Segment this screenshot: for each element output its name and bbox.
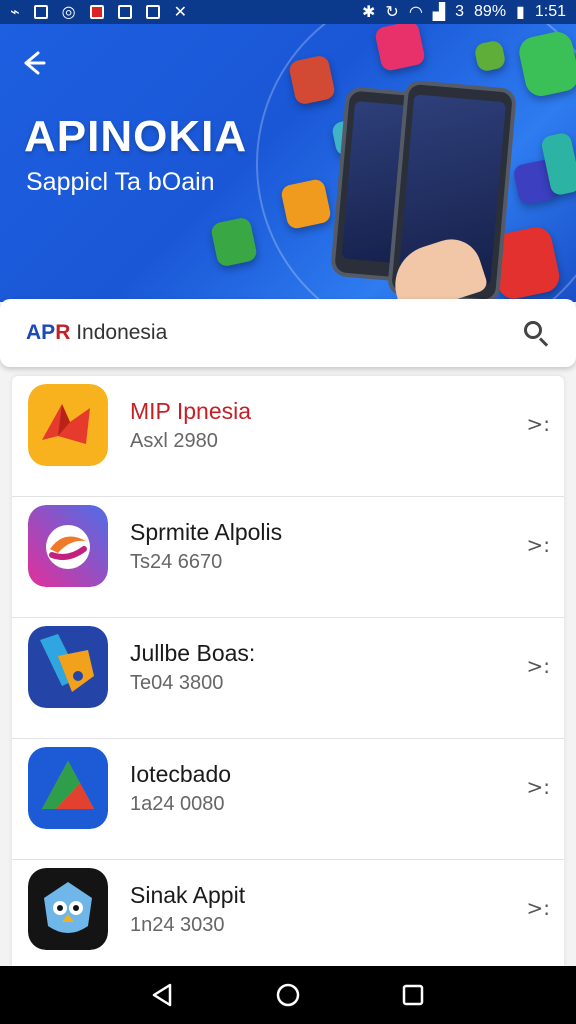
document-icon	[117, 5, 132, 19]
gallery-icon	[145, 5, 160, 19]
app-meta: Asxl 2980	[130, 430, 218, 452]
back-arrow-icon[interactable]	[18, 48, 54, 84]
image-icon	[33, 5, 48, 19]
chevron-right-icon[interactable]: >:	[527, 654, 551, 678]
penguin-app-icon	[28, 868, 108, 950]
chevron-right-icon[interactable]: >:	[527, 412, 551, 436]
blue-triangle-app-icon	[28, 747, 108, 829]
system-nav-bar	[0, 966, 576, 1024]
app-name: Sprmite Alpolis	[130, 519, 283, 545]
brand-letter: R	[55, 321, 71, 344]
carrier-label: 3	[455, 3, 465, 20]
brand-prefix: AP	[26, 321, 56, 344]
app-name: MIP Ipnesia	[130, 398, 252, 424]
list-item[interactable]: Sprmite Alpolis Ts24 6670 >:	[12, 497, 564, 618]
hero-banner: APINOKIA Sappicl Ta bOain	[0, 24, 576, 302]
search-icon[interactable]	[522, 319, 550, 347]
floating-app-icon	[279, 177, 333, 231]
notification-icon: ⌁	[10, 4, 20, 21]
app-name: Iotecbado	[130, 761, 232, 787]
app-name: Sinak Appit	[130, 882, 246, 908]
list-item[interactable]: Sinak Appit 1n24 3030 >:	[12, 860, 564, 966]
app-list: MIP Ipnesia Asxl 2980 >: Sprmite Alpolis…	[12, 376, 564, 966]
status-bar: ⌁ ◎ ✕ ✱ ↻ ◠ ▟ 3 89% ▮ 1:51	[0, 0, 576, 24]
status-icons-right: ✱ ↻ ◠ ▟ 3 89% ▮ 1:51	[362, 2, 566, 22]
search-query-rest: Indonesia	[70, 321, 168, 344]
search-bar[interactable]: APR Indonesia	[0, 299, 576, 367]
battery-percent: 89%	[474, 3, 507, 20]
hero-title: APINOKIA	[24, 112, 248, 161]
status-icons-left: ⌁ ◎ ✕	[10, 2, 187, 22]
list-item[interactable]: MIP Ipnesia Asxl 2980 >:	[12, 376, 564, 497]
app-notification-icon	[89, 5, 104, 19]
app-meta: Ts24 6670	[130, 551, 223, 573]
wifi-icon: ◠	[408, 4, 423, 21]
chevron-right-icon[interactable]: >:	[527, 896, 551, 920]
mute-icon: ✕	[173, 4, 188, 21]
app-name: Jullbe Boas:	[130, 640, 256, 666]
red-origami-app-icon	[28, 384, 108, 466]
chevron-right-icon[interactable]: >:	[527, 775, 551, 799]
magenta-swirl-app-icon	[28, 505, 108, 587]
floating-app-icon	[209, 216, 259, 268]
nav-recents-icon[interactable]	[400, 982, 426, 1008]
sync-icon: ↻	[385, 4, 399, 21]
list-item[interactable]: Iotecbado 1a24 0080 >:	[12, 739, 564, 860]
blue-paper-app-icon	[28, 626, 108, 708]
chevron-right-icon[interactable]: >:	[527, 533, 551, 557]
bluetooth-icon: ✱	[362, 4, 376, 21]
signal-icon: ▟	[432, 4, 446, 21]
status-time: 1:51	[534, 3, 566, 20]
hero-subtitle: Sappicl Ta bOain	[26, 168, 215, 196]
app-meta: 1n24 3030	[130, 914, 225, 936]
nav-back-icon[interactable]	[150, 982, 176, 1008]
list-item[interactable]: Jullbe Boas: Te04 3800 >:	[12, 618, 564, 739]
app-meta: 1a24 0080	[130, 793, 225, 815]
clock-icon: ◎	[61, 4, 76, 21]
nav-home-icon[interactable]	[275, 982, 301, 1008]
app-meta: Te04 3800	[130, 672, 224, 694]
search-query-text[interactable]: APR Indonesia	[26, 321, 167, 345]
battery-icon: ▮	[516, 4, 525, 21]
